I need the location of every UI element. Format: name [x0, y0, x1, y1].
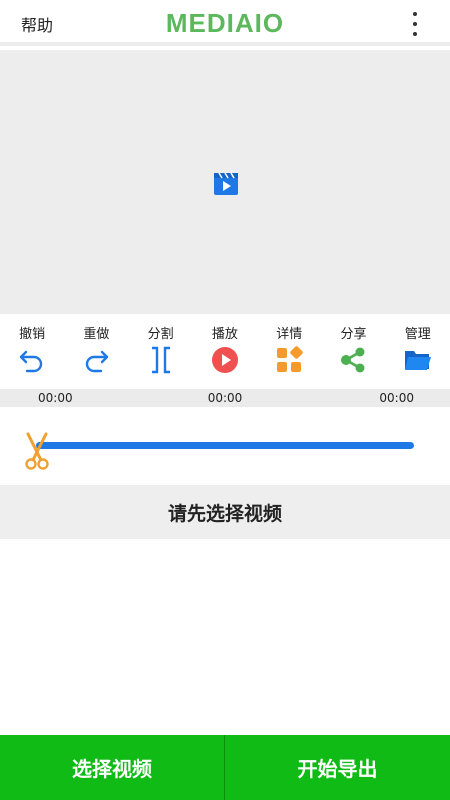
scissors-handle-icon[interactable]: [23, 432, 51, 472]
split-button[interactable]: 分割: [129, 314, 193, 389]
tool-label: 撤销: [19, 327, 46, 342]
video-clip-icon: [214, 172, 238, 195]
timeline-track[interactable]: [36, 442, 414, 449]
header-bar: 帮助 MEDIAIO: [0, 0, 450, 46]
tool-label: 播放: [211, 327, 238, 342]
share-icon: [341, 347, 365, 373]
tool-label: 分享: [340, 327, 367, 342]
folder-icon: [404, 351, 431, 370]
time-indicator-bar: 00:00 00:00 00:00: [0, 389, 450, 407]
end-time: 00:00: [379, 391, 414, 405]
tool-label: 重做: [83, 327, 110, 342]
video-preview-area[interactable]: [0, 50, 450, 314]
tool-label: 详情: [276, 327, 303, 342]
start-export-button[interactable]: 开始导出: [225, 735, 450, 800]
tool-label: 分割: [147, 327, 174, 342]
bottom-action-bar: 选择视频 开始导出: [0, 735, 450, 800]
app-root: 帮助 MEDIAIO 撤销 重做 分割 播放 详情 分享 管理 00:00 00…: [0, 0, 450, 800]
more-options-icon[interactable]: [410, 12, 420, 36]
undo-button[interactable]: 撤销: [0, 314, 64, 389]
details-icon: [277, 346, 303, 372]
play-button[interactable]: 播放: [193, 314, 257, 389]
tool-label: 管理: [404, 327, 431, 342]
split-icon: [151, 346, 170, 374]
timeline-area: [0, 407, 450, 485]
select-video-button[interactable]: 选择视频: [0, 735, 225, 800]
share-button[interactable]: 分享: [321, 314, 385, 389]
undo-icon: [19, 350, 43, 373]
manage-button[interactable]: 管理: [386, 314, 450, 389]
select-video-notice: 请先选择视频: [0, 485, 450, 539]
redo-button[interactable]: 重做: [64, 314, 128, 389]
redo-icon: [86, 350, 109, 373]
edit-toolbar: 撤销 重做 分割 播放 详情 分享 管理: [0, 314, 450, 389]
app-logo: MEDIAIO: [165, 8, 285, 38]
play-icon: [211, 347, 238, 373]
details-button[interactable]: 详情: [257, 314, 321, 389]
